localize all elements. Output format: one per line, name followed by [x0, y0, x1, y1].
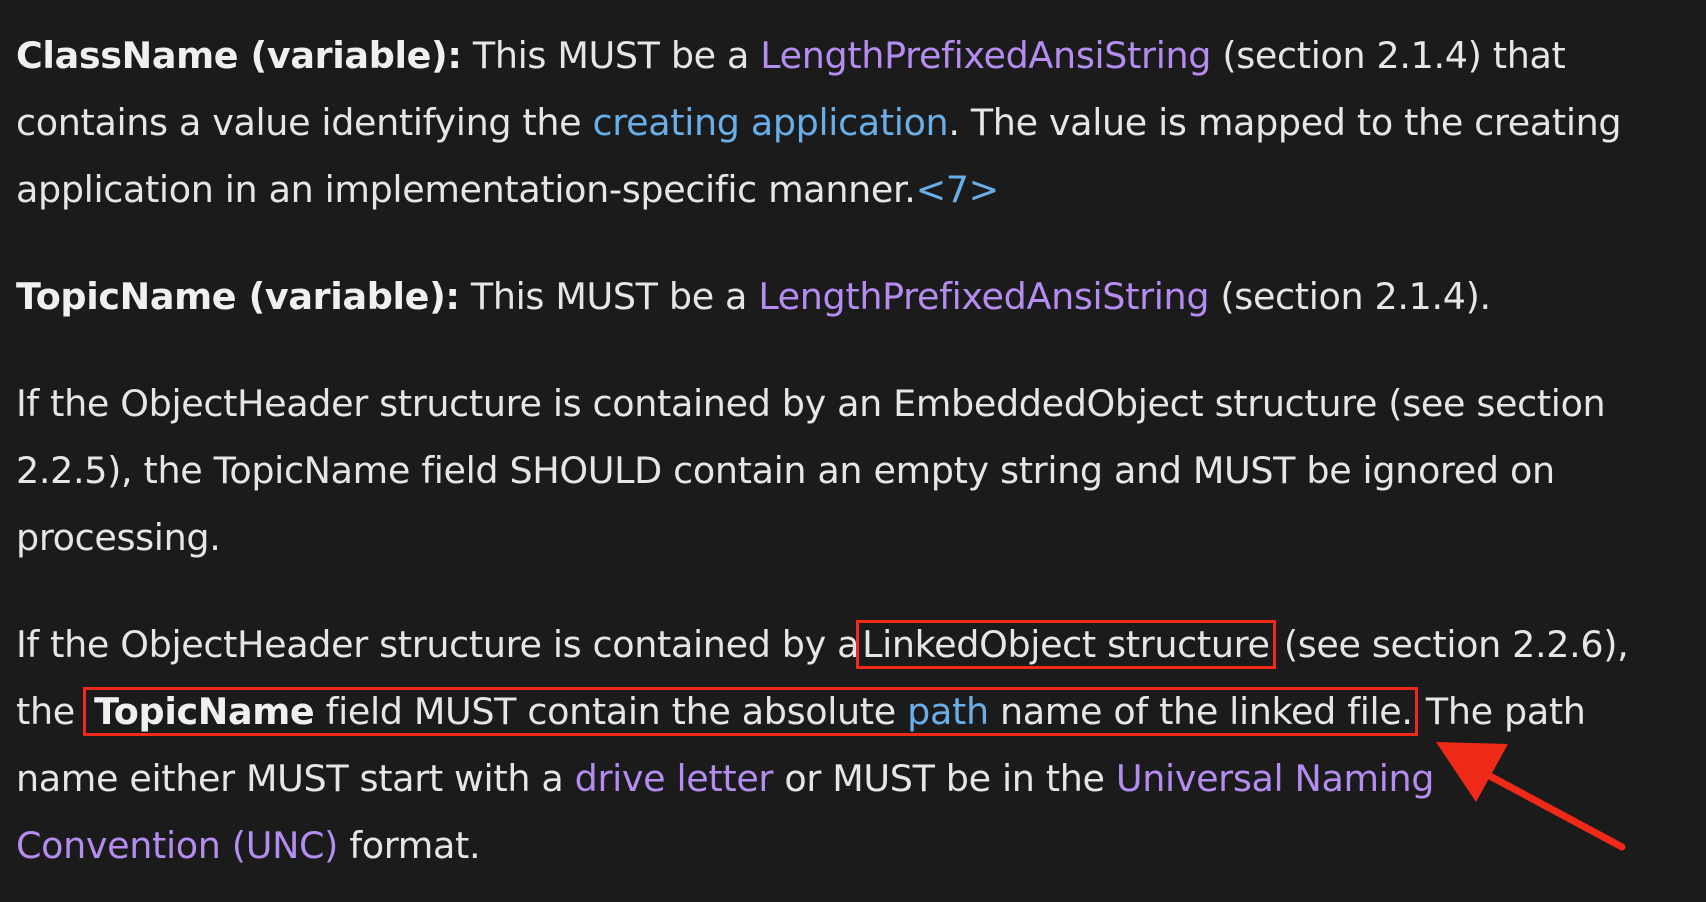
linked-object-paragraph: If the ObjectHeader structure is contain… — [16, 620, 1629, 867]
classname-term: ClassName (variable): — [16, 34, 462, 77]
topicname-highlight-box: TopicName field MUST contain the absolut… — [83, 687, 1418, 736]
unc-link-part2[interactable]: Convention (UNC) — [16, 824, 338, 867]
unc-link-part1[interactable]: Universal Naming — [1116, 757, 1435, 800]
linkedobject-highlight-box: LinkedObject structure — [856, 620, 1276, 669]
embedded-object-paragraph: If the ObjectHeader structure is contain… — [16, 382, 1606, 559]
lengthprefixedansistring-link-2[interactable]: LengthPrefixedAnsiString — [758, 275, 1209, 318]
footnote-7-link[interactable]: <7> — [916, 168, 1000, 211]
creating-application-link[interactable]: creating application — [593, 101, 949, 144]
topicname-bold: TopicName — [94, 690, 315, 733]
lengthprefixedansistring-link[interactable]: LengthPrefixedAnsiString — [760, 34, 1211, 77]
topicname-paragraph: TopicName (variable): This MUST be a Len… — [16, 275, 1491, 318]
path-link[interactable]: path — [907, 690, 989, 733]
topicname-term: TopicName (variable): — [16, 275, 460, 318]
drive-letter-link[interactable]: drive letter — [575, 757, 774, 800]
document-body: ClassName (variable): This MUST be a Len… — [16, 22, 1696, 879]
classname-paragraph: ClassName (variable): This MUST be a Len… — [16, 34, 1622, 211]
